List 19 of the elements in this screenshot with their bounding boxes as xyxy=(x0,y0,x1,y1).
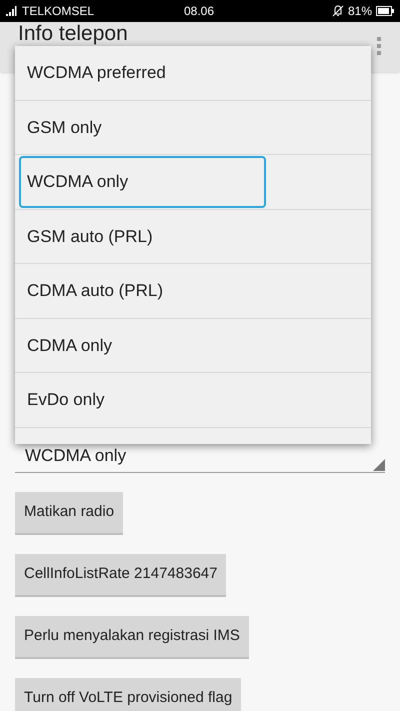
menu-option[interactable]: WCDMA preferred xyxy=(19,46,266,99)
battery-percent: 81% xyxy=(348,3,372,20)
clock-time: 08.06 xyxy=(184,3,214,20)
menu-option[interactable]: GSM only xyxy=(19,101,266,154)
bell-off-icon xyxy=(332,5,344,17)
menu-option[interactable]: CDMA auto (PRL) xyxy=(19,264,266,317)
action-button[interactable]: Turn off VoLTE provisioned flag xyxy=(15,678,242,711)
app-title: Info telepon xyxy=(18,23,128,45)
battery-icon xyxy=(376,6,394,16)
menu-option[interactable]: WCDMA only xyxy=(19,156,266,208)
overflow-menu-icon[interactable] xyxy=(376,37,382,55)
menu-option[interactable]: GSM auto (PRL) xyxy=(19,210,266,262)
action-button[interactable]: Matikan radio xyxy=(15,492,124,535)
dropdown-triangle-icon xyxy=(373,459,385,471)
menu-option[interactable]: CDMA only xyxy=(19,319,266,372)
menu-option[interactable]: EvDo only xyxy=(19,374,266,426)
carrier-name: TELKOMSEL xyxy=(22,3,94,20)
action-button[interactable]: Perlu menyalakan registrasi IMS xyxy=(15,616,249,659)
action-button[interactable]: CellInfoListRate 2147483647 xyxy=(15,554,226,597)
